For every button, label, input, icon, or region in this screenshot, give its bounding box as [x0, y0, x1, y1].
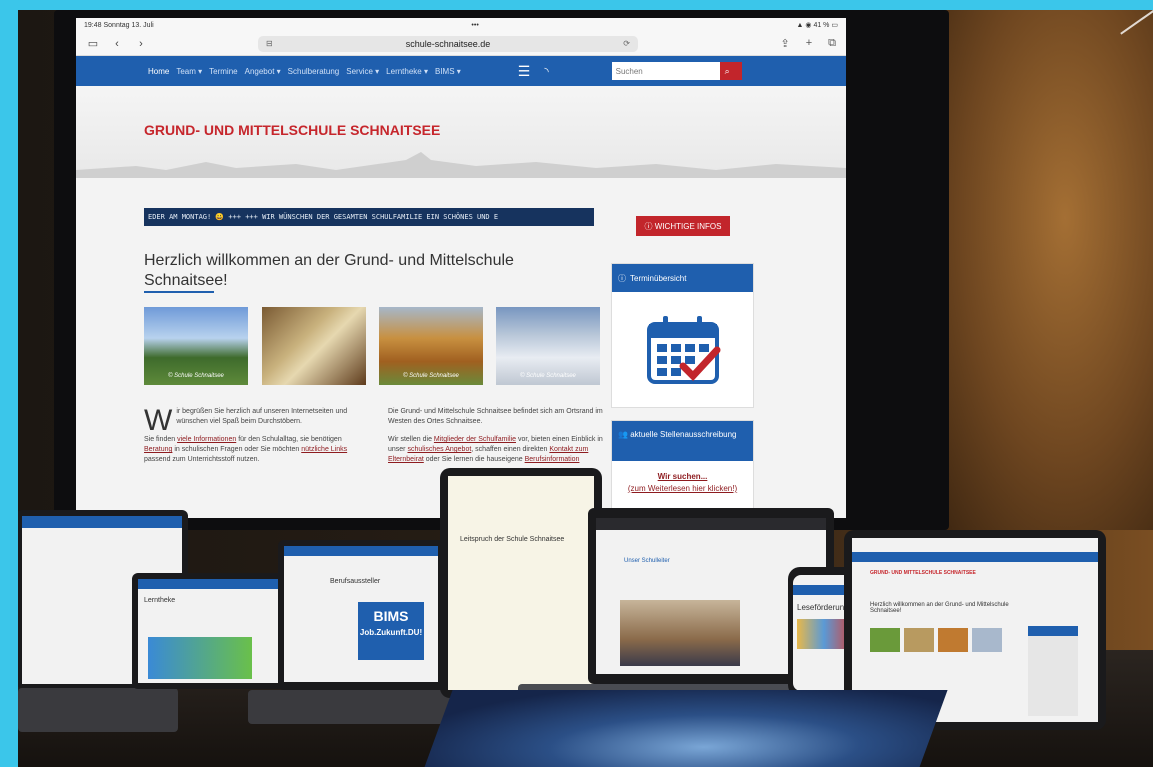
tablet-center-title: Leitspruch der Schule Schnaitsee	[460, 536, 565, 543]
browser-toolbar: ▭ ‹ › ⊟ schule-schnaitsee.de ⟳ ⇪ + ⧉	[76, 32, 846, 56]
monitor-screen: 19:48 Sonntag 13. Juli ••• ▲ ◉ 41 % ▭ ▭ …	[76, 18, 846, 518]
link-schulisches-angebot[interactable]: schulisches Angebot	[407, 446, 471, 453]
site-navbar: Home Team ▾ Termine Angebot ▾ Schulberat…	[76, 56, 846, 86]
link-berufsinformation[interactable]: Berufsinformation	[525, 456, 580, 463]
termine-box[interactable]: ⓘ Terminübersicht	[611, 263, 754, 408]
tablet-small-title: Lerntheke	[144, 597, 176, 604]
wall-background	[933, 10, 1153, 530]
heading-underline	[144, 291, 214, 293]
welcome-heading: Herzlich willkommen an der Grund- und Mi…	[144, 252, 514, 289]
nav-angebot[interactable]: Angebot ▾	[245, 67, 281, 76]
bims-logo: BIMS Job.Zukunft.DU!	[358, 602, 424, 660]
skyline-graphic	[76, 152, 846, 178]
sidebar-toggle-icon[interactable]: ▭	[86, 37, 100, 50]
link-nuetzliche-links[interactable]: nützliche Links	[301, 446, 347, 453]
ios-status-bar: 19:48 Sonntag 13. Juli ••• ▲ ◉ 41 % ▭	[76, 18, 846, 32]
nav-lerntheke[interactable]: Lerntheke ▾	[386, 67, 428, 76]
url-bar[interactable]: ⊟ schule-schnaitsee.de ⟳	[258, 35, 638, 52]
link-mitglieder[interactable]: Mitglieder der Schulfamilie	[434, 436, 516, 443]
laptop-left-keyboard	[18, 688, 178, 732]
phone-title: Leseförderung	[797, 603, 849, 612]
nav-termine[interactable]: Termine	[209, 67, 237, 76]
intro-text-right: Die Grund- und Mittelschule Schnaitsee b…	[388, 408, 603, 463]
search-input[interactable]: Suchen	[611, 62, 720, 80]
status-battery: ▲ ◉ 41 % ▭	[796, 22, 838, 29]
tabs-icon[interactable]: ⧉	[828, 37, 836, 50]
stellen-readmore-link[interactable]: (zum Weiterlesen hier klicken!)	[612, 483, 753, 495]
url-text: schule-schnaitsee.de	[405, 38, 491, 49]
nav-home[interactable]: Home	[148, 67, 169, 76]
intro-text-left: Wir begrüßen Sie herzlich auf unseren In…	[144, 404, 348, 464]
stellen-link[interactable]: Wir suchen...	[612, 471, 753, 483]
nav-team[interactable]: Team ▾	[176, 67, 202, 76]
info-icon: ⓘ	[618, 273, 626, 283]
laptop-middle-title: Berufsaussteller	[330, 578, 381, 585]
link-viele-informationen[interactable]: viele Informationen	[177, 436, 236, 443]
sidebar: ⓘ Terminübersicht 👥 aktuelle Stellenauss…	[611, 263, 754, 518]
painting-in-foreground	[418, 690, 948, 767]
dropcap: W	[144, 404, 173, 437]
rss-icon[interactable]: ◝	[544, 65, 548, 78]
reading-image	[797, 619, 851, 649]
news-ticker: EDER AM MONTAG! 😀 +++ +++ WIR WÜNSCHEN D…	[144, 208, 594, 226]
share-icon[interactable]: ⇪	[780, 37, 789, 50]
search-button[interactable]: ⌕	[719, 62, 742, 80]
lerntheke-image	[148, 637, 252, 679]
tablet-center-screen: Leitspruch der Schule Schnaitsee	[448, 476, 594, 690]
new-tab-icon[interactable]: +	[806, 37, 812, 50]
large-monitor: 19:48 Sonntag 13. Juli ••• ▲ ◉ 41 % ▭ ▭ …	[54, 10, 949, 530]
calendar-icon	[646, 315, 720, 384]
back-icon[interactable]: ‹	[110, 38, 124, 50]
laptop-right-title: Unser Schulleiter	[624, 558, 670, 564]
nav-schulberatung[interactable]: Schulberatung	[288, 67, 340, 76]
nav-service[interactable]: Service ▾	[346, 67, 379, 76]
list-menu-icon[interactable]: ☰	[518, 63, 531, 80]
photo-stage: 19:48 Sonntag 13. Juli ••• ▲ ◉ 41 % ▭ ▭ …	[0, 0, 1153, 767]
status-dots: •••	[471, 21, 479, 29]
search-icon: ⌕	[724, 65, 730, 76]
school-photo-2[interactable]	[262, 307, 366, 385]
important-info-button[interactable]: ⓘ WICHTIGE INFOS	[636, 216, 730, 236]
device-photo: 19:48 Sonntag 13. Juli ••• ▲ ◉ 41 % ▭ ▭ …	[18, 10, 1153, 767]
stellen-box[interactable]: 👥 aktuelle Stellenausschreibung Wir such…	[611, 420, 754, 512]
page-settings-icon[interactable]: ⊟	[266, 39, 273, 48]
tablet-right-title: GRUND- UND MITTELSCHULE SCHNAITSEE	[870, 570, 976, 576]
link-beratung[interactable]: Beratung	[144, 446, 172, 453]
status-datetime: 19:48 Sonntag 13. Juli	[84, 21, 154, 29]
nav-bims[interactable]: BIMS ▾	[435, 67, 461, 76]
site-title: GRUND- UND MITTELSCHULE SCHNAITSEE	[144, 122, 441, 138]
users-icon: 👥	[618, 430, 628, 439]
school-photo-3[interactable]: © Schule Schnaitsee	[379, 307, 483, 385]
tablet-right-welcome: Herzlich willkommen an der Grund- und Mi…	[870, 602, 1009, 614]
forward-icon[interactable]: ›	[134, 38, 148, 50]
school-group-photo	[620, 600, 740, 666]
school-photo-1[interactable]: © Schule Schnaitsee	[144, 307, 248, 385]
reload-icon[interactable]: ⟳	[623, 39, 630, 48]
keyboard	[248, 690, 468, 724]
school-photo-4[interactable]: © Schule Schnaitsee	[496, 307, 600, 385]
site-header: GRUND- UND MITTELSCHULE SCHNAITSEE	[76, 86, 846, 178]
tablet-center: Leitspruch der Schule Schnaitsee	[440, 468, 602, 698]
